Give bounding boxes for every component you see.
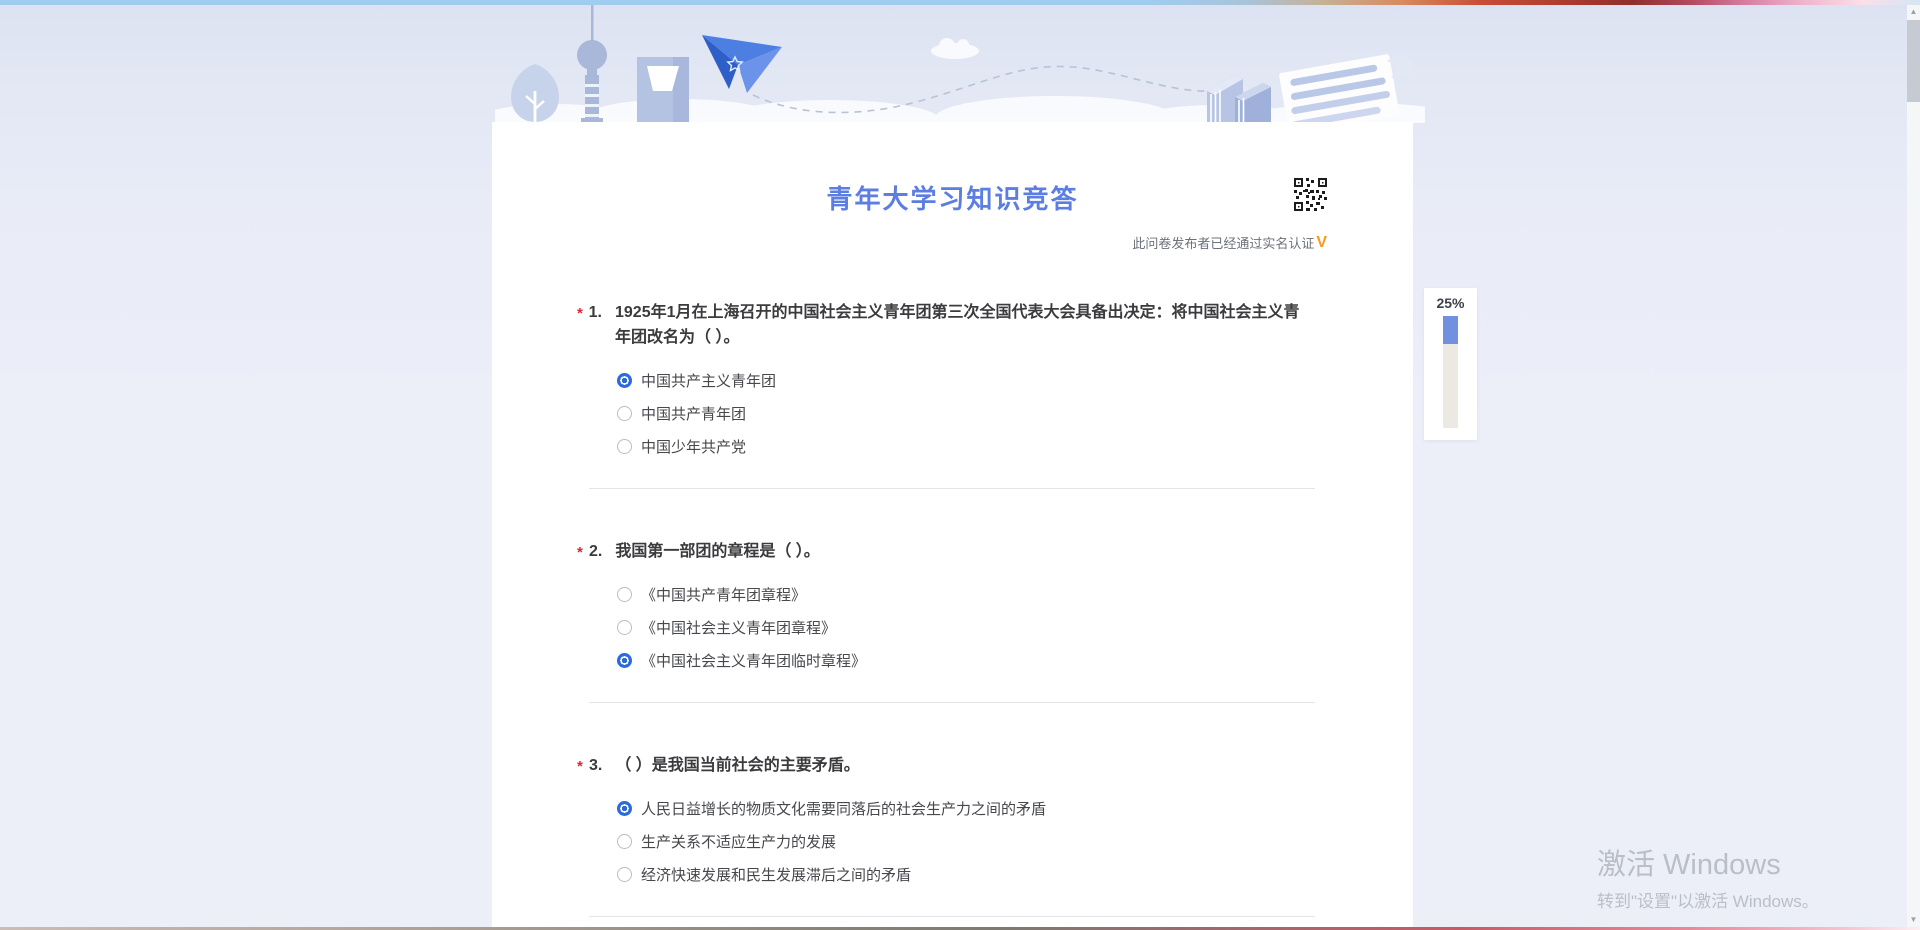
verified-badge-icon: V (1316, 235, 1327, 251)
answer-option[interactable]: 生产关系不适应生产力的发展 (617, 831, 1315, 852)
page-title: 青年大学习知识竞答 (492, 122, 1413, 216)
option-label: 《中国社会主义青年团章程》 (641, 617, 836, 638)
option-group: 中国共产主义青年团中国共产青年团中国少年共产党 (577, 370, 1315, 457)
radio-selected-icon[interactable] (617, 373, 632, 388)
progress-track (1443, 316, 1458, 428)
survey-card: 青年大学习知识竞答 此问卷发布者已经通过实名认证V *1.1925年1月在上海召… (492, 122, 1413, 930)
answer-option[interactable]: 《中国社会主义青年团章程》 (617, 617, 1315, 638)
radio-selected-icon[interactable] (617, 801, 632, 816)
radio-unselected-icon[interactable] (617, 620, 632, 635)
required-star: * (577, 301, 588, 326)
question-number: 2. (589, 539, 602, 564)
progress-percent-label: 25% (1424, 295, 1477, 311)
watermark-line1: 激活 Windows (1597, 841, 1819, 883)
question-block: *3. （ ）是我国当前社会的主要矛盾。人民日益增长的物质文化需要同落后的社会生产… (577, 753, 1315, 917)
verified-publisher-note: 此问卷发布者已经通过实名认证V (1132, 233, 1327, 252)
option-label: 《中国共产青年团章程》 (641, 584, 806, 605)
progress-fill (1443, 316, 1458, 344)
question-list: *1.1925年1月在上海召开的中国社会主义青年团第三次全国代表大会具备出决定：… (492, 216, 1413, 930)
scroll-up-icon[interactable]: ▲ (1907, 5, 1920, 19)
question-number: 3. (589, 753, 602, 778)
progress-widget: 25% (1424, 288, 1477, 440)
verified-text: 此问卷发布者已经通过实名认证 (1132, 233, 1314, 252)
question-title: （ ）是我国当前社会的主要矛盾。 (615, 753, 859, 778)
watermark-line2: 转到"设置"以激活 Windows。 (1597, 887, 1819, 912)
answer-option[interactable]: 中国共产主义青年团 (617, 370, 1315, 391)
answer-option[interactable]: 《中国社会主义青年团临时章程》 (617, 650, 1315, 671)
option-label: 中国共产青年团 (641, 403, 746, 424)
radio-unselected-icon[interactable] (617, 439, 632, 454)
scroll-down-icon[interactable]: ▼ (1907, 913, 1920, 927)
qr-code (1294, 178, 1327, 211)
question-head: *1. 1925年1月在上海召开的中国社会主义青年团第三次全国代表大会具备出决定：… (577, 300, 1315, 350)
header-illustration (0, 5, 1907, 123)
question-divider (589, 488, 1315, 489)
required-star: * (577, 754, 588, 779)
books-icon (1207, 75, 1271, 123)
question-title: 我国第一部团的章程是（ ）。 (615, 539, 819, 564)
radio-selected-icon[interactable] (617, 653, 632, 668)
answer-option[interactable]: 中国少年共产党 (617, 436, 1315, 457)
question-head: *3. （ ）是我国当前社会的主要矛盾。 (577, 753, 1315, 778)
option-label: 生产关系不适应生产力的发展 (641, 831, 836, 852)
option-group: 《中国共产青年团章程》《中国社会主义青年团章程》《中国社会主义青年团临时章程》 (577, 584, 1315, 671)
question-divider (589, 702, 1315, 703)
document-icon (1279, 54, 1413, 123)
vertical-scrollbar[interactable]: ▲ ▼ (1907, 5, 1920, 927)
answer-option[interactable]: 《中国共产青年团章程》 (617, 584, 1315, 605)
radio-unselected-icon[interactable] (617, 834, 632, 849)
option-group: 人民日益增长的物质文化需要同落后的社会生产力之间的矛盾生产关系不适应生产力的发展… (577, 798, 1315, 885)
radio-unselected-icon[interactable] (617, 867, 632, 882)
required-star: * (577, 540, 588, 565)
scrollbar-thumb[interactable] (1907, 20, 1920, 102)
option-label: 经济快速发展和民生发展滞后之间的矛盾 (641, 864, 911, 885)
answer-option[interactable]: 中国共产青年团 (617, 403, 1315, 424)
answer-option[interactable]: 人民日益增长的物质文化需要同落后的社会生产力之间的矛盾 (617, 798, 1315, 819)
question-number: 1. (589, 300, 602, 325)
building-icon (637, 57, 689, 123)
question-block: *2. 我国第一部团的章程是（ ）。《中国共产青年团章程》《中国社会主义青年团章程… (577, 539, 1315, 703)
option-label: 人民日益增长的物质文化需要同落后的社会生产力之间的矛盾 (641, 798, 1046, 819)
question-divider (589, 916, 1315, 917)
question-title: 1925年1月在上海召开的中国社会主义青年团第三次全国代表大会具备出决定：将中国… (615, 300, 1315, 350)
radio-unselected-icon[interactable] (617, 406, 632, 421)
paper-plane-icon (702, 35, 782, 93)
windows-activation-watermark: 激活 Windows 转到"设置"以激活 Windows。 (1597, 841, 1819, 912)
option-label: 《中国社会主义青年团临时章程》 (641, 650, 866, 671)
screen-top-edge (0, 0, 1920, 5)
radio-unselected-icon[interactable] (617, 587, 632, 602)
option-label: 中国共产主义青年团 (641, 370, 776, 391)
question-head: *2. 我国第一部团的章程是（ ）。 (577, 539, 1315, 564)
answer-option[interactable]: 经济快速发展和民生发展滞后之间的矛盾 (617, 864, 1315, 885)
question-block: *1. 1925年1月在上海召开的中国社会主义青年团第三次全国代表大会具备出决定：… (577, 300, 1315, 489)
option-label: 中国少年共产党 (641, 436, 746, 457)
tree-icon (511, 64, 559, 122)
